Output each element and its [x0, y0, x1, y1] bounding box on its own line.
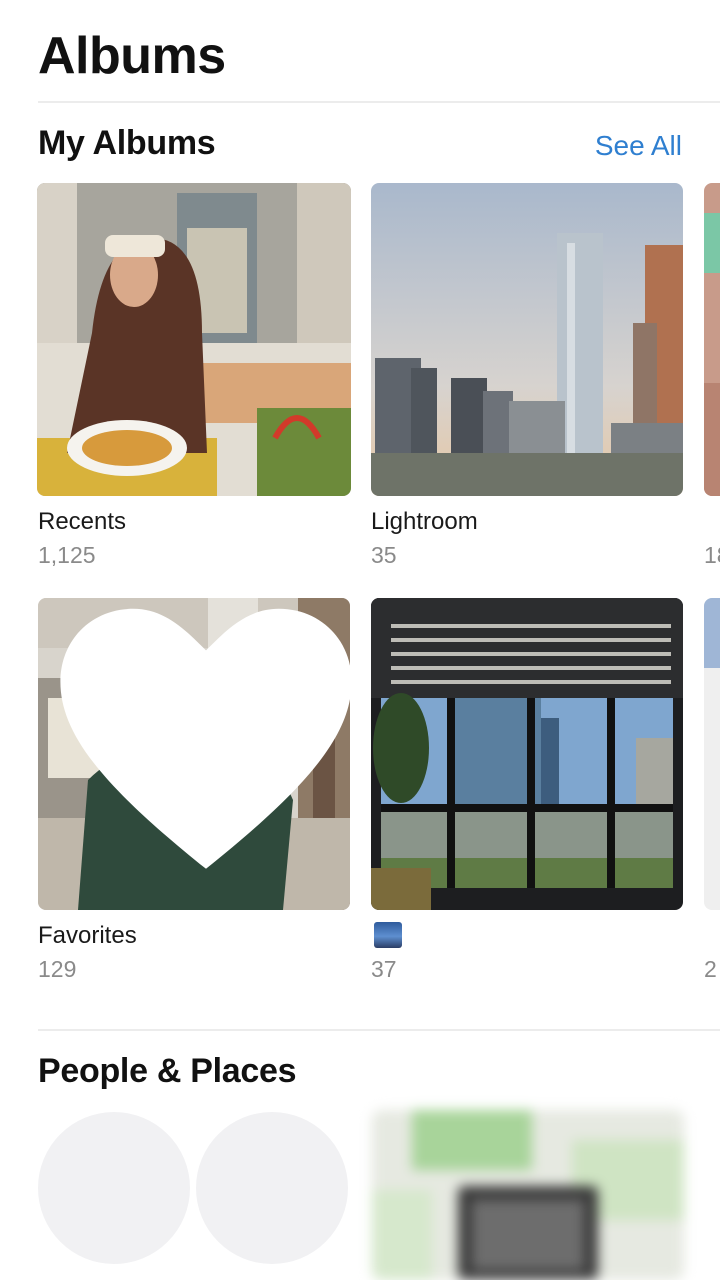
album-thumbnail-partial-1[interactable]: [704, 183, 720, 496]
city-photo-icon: [374, 922, 402, 948]
album-count-lightroom: 35: [371, 542, 397, 568]
album-thumbnail-recents[interactable]: [37, 183, 351, 496]
album-thumbnail-city-window[interactable]: [371, 598, 683, 910]
my-albums-heading: My Albums: [38, 124, 216, 162]
person-thumbnail-1[interactable]: [38, 1112, 190, 1264]
person-thumbnail-2[interactable]: [196, 1112, 348, 1264]
album-count-partial-2: 2: [704, 956, 717, 982]
see-all-button[interactable]: See All: [595, 130, 682, 162]
album-thumbnail-favorites[interactable]: [38, 598, 350, 910]
album-thumbnail-lightroom[interactable]: [371, 183, 683, 496]
album-count-partial-1: 18: [704, 542, 720, 568]
album-count-favorites: 129: [38, 956, 77, 982]
album-name-recents: Recents: [38, 508, 127, 535]
album-count-city-window: 37: [371, 956, 397, 982]
album-name-lightroom: Lightroom: [371, 508, 478, 535]
heart-icon: [60, 608, 350, 869]
people-places-heading: People & Places: [38, 1052, 297, 1090]
album-name-favorites: Favorites: [38, 922, 137, 949]
album-thumbnail-partial-2[interactable]: [704, 598, 720, 910]
places-map-thumbnail[interactable]: [372, 1110, 684, 1280]
album-count-recents: 1,125: [38, 542, 96, 568]
header-divider: [38, 101, 720, 103]
page-title: Albums: [38, 27, 226, 85]
albums-screen: Albums My Albums See All Recents 1,125 L…: [0, 0, 720, 1280]
section-divider: [38, 1029, 720, 1031]
